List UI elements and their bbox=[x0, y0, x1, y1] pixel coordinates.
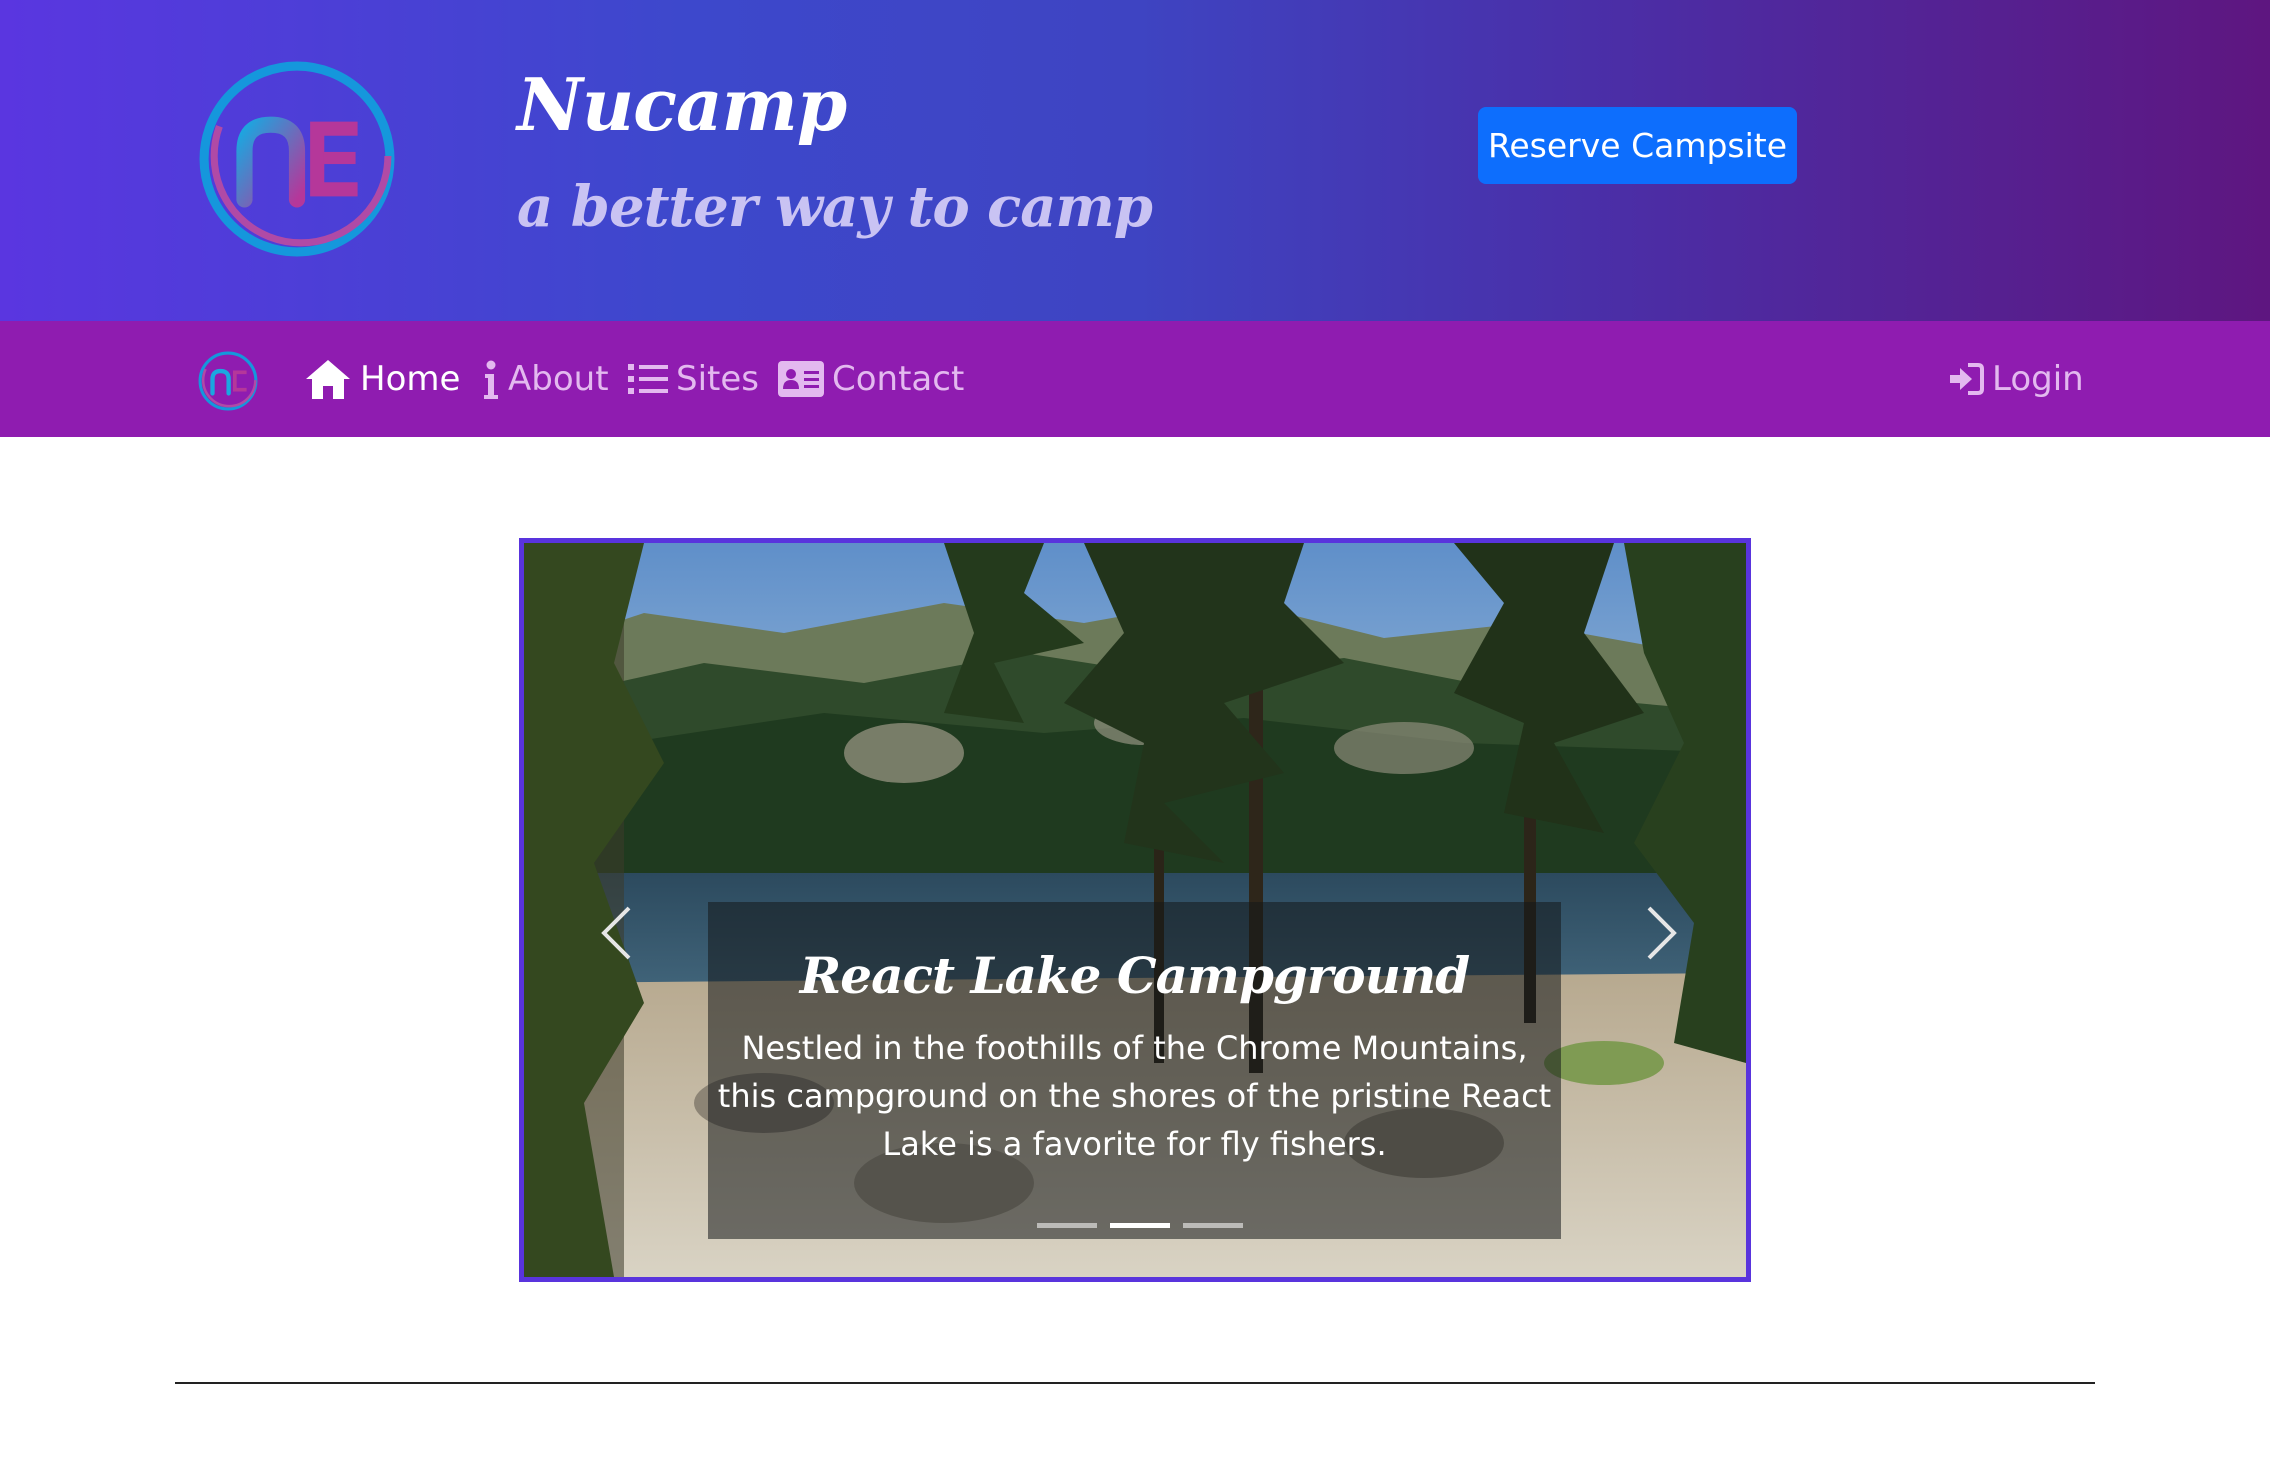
nav-label-about: About bbox=[508, 359, 609, 399]
info-icon bbox=[484, 360, 498, 399]
site-header: Nucamp a better way to camp Reserve Camp… bbox=[0, 0, 2270, 321]
nav-label-home: Home bbox=[360, 359, 461, 399]
nav-label-sites: Sites bbox=[676, 359, 759, 399]
slide-caption: React Lake Campground Nestled in the foo… bbox=[708, 902, 1561, 1239]
carousel-next-icon[interactable] bbox=[1624, 883, 1694, 983]
carousel-prev-icon[interactable] bbox=[584, 883, 654, 983]
reserve-campsite-button[interactable]: Reserve Campsite bbox=[1478, 107, 1797, 184]
list-icon bbox=[628, 364, 668, 394]
slide-title: React Lake Campground bbox=[799, 946, 1471, 1005]
carousel-indicator-1[interactable] bbox=[1037, 1223, 1097, 1228]
nucamp-logo[interactable] bbox=[197, 350, 259, 412]
carousel-indicators bbox=[1037, 1223, 1243, 1228]
nav-item-home[interactable]: Home bbox=[304, 321, 460, 437]
nav-item-sites[interactable]: Sites bbox=[628, 321, 759, 437]
carousel-indicator-2[interactable] bbox=[1110, 1223, 1170, 1228]
nav-item-contact[interactable]: Contact bbox=[778, 321, 964, 437]
slide-description: Nestled in the foothills of the Chrome M… bbox=[717, 1029, 1552, 1163]
campsite-carousel: React Lake Campground Nestled in the foo… bbox=[519, 538, 1751, 1282]
home-icon bbox=[306, 360, 350, 399]
carousel-indicator-3[interactable] bbox=[1183, 1223, 1243, 1228]
login-label: Login bbox=[1992, 359, 2084, 399]
site-title: Nucamp bbox=[517, 62, 847, 147]
main-navbar: Home About Sites Contact Login bbox=[0, 321, 2270, 437]
login-link[interactable]: Login bbox=[1948, 321, 2084, 437]
sign-in-icon bbox=[1950, 363, 1984, 395]
address-card-icon bbox=[778, 361, 824, 397]
section-divider bbox=[175, 1382, 2095, 1384]
site-tagline: a better way to camp bbox=[517, 174, 1153, 240]
nav-item-about[interactable]: About bbox=[482, 321, 609, 437]
nucamp-logo bbox=[199, 61, 395, 257]
nav-label-contact: Contact bbox=[832, 359, 965, 399]
